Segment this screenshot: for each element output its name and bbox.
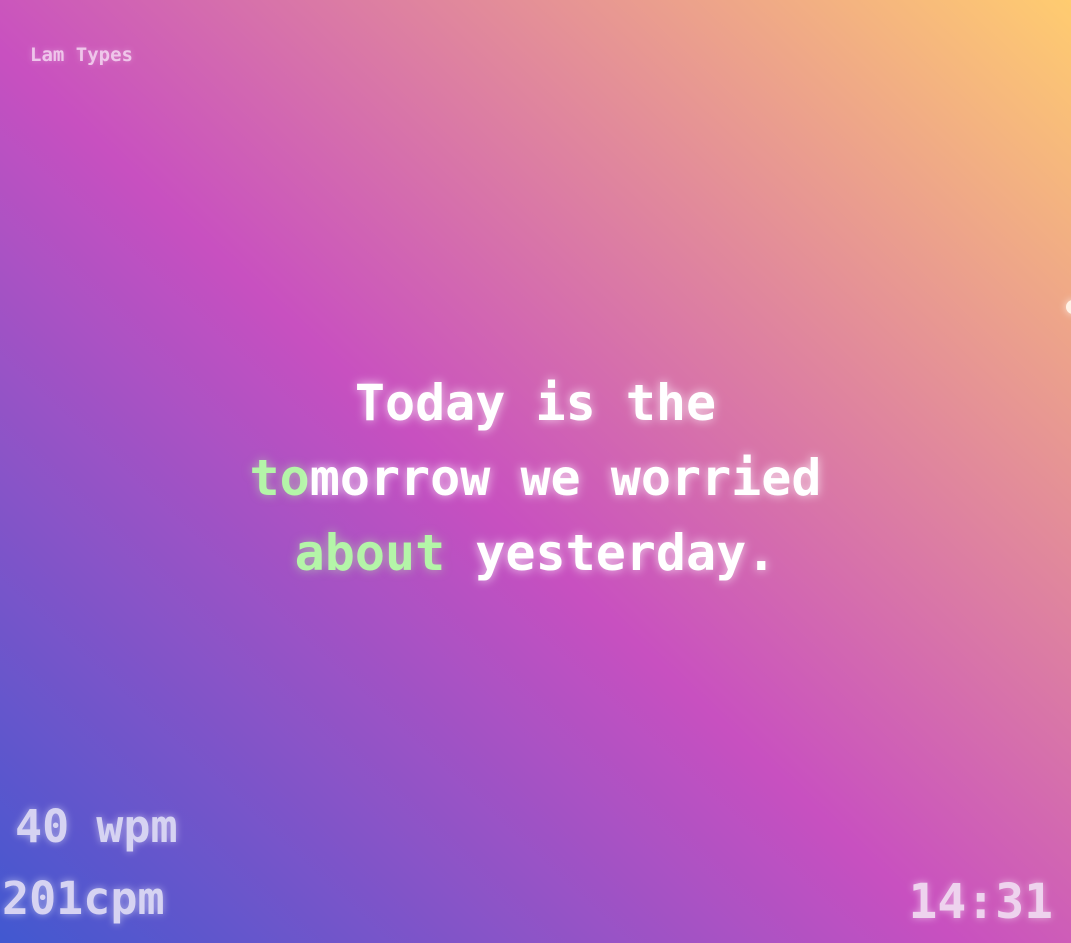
cpm-stat: 201cpm xyxy=(2,872,165,925)
untyped-text: Today is the xyxy=(354,374,717,432)
untyped-text: yesterday. xyxy=(445,524,777,582)
typed-text: about xyxy=(294,524,446,582)
untyped-text: morrow we worried xyxy=(309,449,822,507)
quote-line: about yesterday. xyxy=(0,516,1071,591)
quote-line: Today is the xyxy=(0,366,1071,441)
cursor-dot-icon xyxy=(1066,300,1071,314)
clock: 14:31 xyxy=(908,874,1054,930)
app-title: Lam Types xyxy=(30,44,133,66)
wpm-stat: 40 wpm xyxy=(15,800,178,853)
quote-line: tomorrow we worried xyxy=(0,441,1071,516)
typed-text: to xyxy=(249,449,310,507)
quote-text: Today is the tomorrow we worried about y… xyxy=(0,366,1071,591)
